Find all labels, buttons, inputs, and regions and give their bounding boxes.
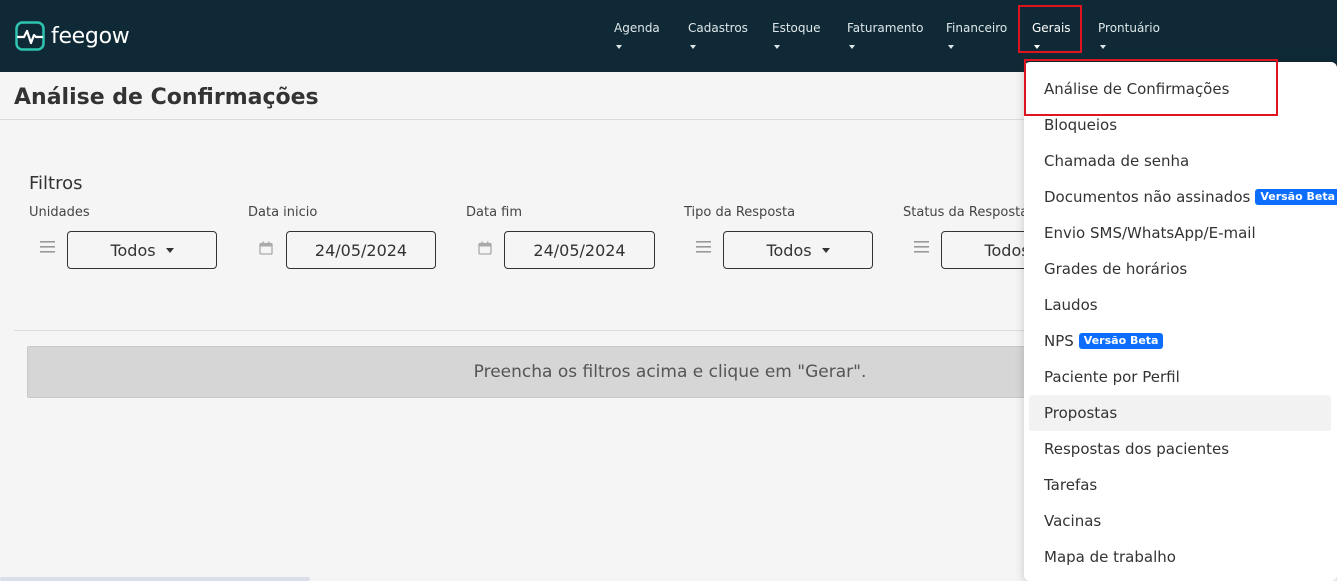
nav-label: Cadastros [688, 21, 748, 35]
filters-title: Filtros [29, 173, 83, 194]
caret-down-icon [821, 247, 830, 253]
nav-financeiro[interactable]: Financeiro [946, 21, 1007, 49]
nav-label: Agenda [614, 21, 660, 35]
menu-item-label: Paciente por Perfil [1044, 368, 1180, 386]
horizontal-scrollbar[interactable] [0, 577, 310, 581]
menu-item-respostas-pacientes[interactable]: Respostas dos pacientes [1024, 431, 1337, 467]
list-icon [40, 241, 55, 253]
caret-down-icon [774, 45, 780, 49]
data-inicio-value: 24/05/2024 [314, 240, 408, 260]
menu-item-chamada-senha[interactable]: Chamada de senha [1024, 143, 1337, 179]
menu-item-label: Chamada de senha [1044, 152, 1190, 170]
menu-item-label: Vacinas [1044, 512, 1102, 530]
nav-cadastros[interactable]: Cadastros [688, 21, 748, 49]
list-icon [696, 241, 711, 253]
menu-item-label: Tarefas [1044, 476, 1098, 494]
menu-item-nps[interactable]: NPS Versão Beta [1024, 323, 1337, 359]
nav-label: Prontuário [1098, 21, 1160, 35]
caret-down-icon [1100, 45, 1106, 49]
caret-down-icon [948, 45, 954, 49]
nav-agenda[interactable]: Agenda [614, 21, 660, 49]
menu-item-label: Envio SMS/WhatsApp/E-mail [1044, 224, 1256, 242]
calendar-icon [259, 241, 273, 255]
gerais-dropdown-menu: Análise de Confirmações Bloqueios Chamad… [1024, 62, 1337, 581]
unidades-label: Unidades [29, 205, 90, 220]
status-resposta-label: Status da Resposta [903, 205, 1029, 220]
menu-item-label: Propostas [1044, 404, 1118, 422]
beta-badge: Versão Beta [1078, 333, 1164, 349]
caret-down-icon [616, 45, 622, 49]
menu-item-grades-horarios[interactable]: Grades de horários [1024, 251, 1337, 287]
menu-item-label: Mapa de trabalho [1044, 548, 1176, 566]
menu-item-tarefas[interactable]: Tarefas [1024, 467, 1337, 503]
menu-item-propostas[interactable]: Propostas [1029, 395, 1331, 431]
menu-item-mapa-trabalho[interactable]: Mapa de trabalho [1024, 539, 1337, 575]
unidades-select[interactable]: Todos [67, 231, 217, 269]
heartbeat-logo-icon [15, 21, 45, 51]
menu-item-label: NPS [1044, 332, 1074, 350]
tipo-resposta-label: Tipo da Resposta [684, 205, 796, 220]
brand-name: feegow [51, 23, 130, 49]
menu-item-paciente-perfil[interactable]: Paciente por Perfil [1024, 359, 1337, 395]
caret-down-icon [690, 45, 696, 49]
beta-badge: Versão Beta [1255, 189, 1337, 205]
nav-label: Financeiro [946, 21, 1008, 35]
status-resposta-value: Todos [984, 240, 1030, 260]
calendar-icon [478, 241, 492, 255]
caret-down-icon [165, 247, 174, 253]
menu-item-documentos-nao-assinados[interactable]: Documentos não assinados Versão Beta [1024, 179, 1337, 215]
nav-estoque[interactable]: Estoque [772, 21, 821, 49]
menu-item-laudos[interactable]: Laudos [1024, 287, 1337, 323]
data-inicio-label: Data inicio [248, 205, 318, 220]
nav-faturamento[interactable]: Faturamento [847, 21, 923, 49]
menu-item-label: Bloqueios [1044, 116, 1118, 134]
menu-item-vacinas[interactable]: Vacinas [1024, 503, 1337, 539]
menu-item-label: Laudos [1044, 296, 1098, 314]
nav-gerais-highlight-box [1018, 5, 1082, 53]
feegow-logo[interactable]: feegow [15, 21, 130, 51]
page-title: Análise de Confirmações [14, 85, 319, 110]
data-fim-input[interactable]: 24/05/2024 [504, 231, 655, 269]
unidades-value: Todos [110, 240, 156, 260]
section-divider [14, 330, 1024, 331]
tipo-resposta-select[interactable]: Todos [723, 231, 873, 269]
menu-item-label: Grades de horários [1044, 260, 1188, 278]
menu-item-envio-sms[interactable]: Envio SMS/WhatsApp/E-mail [1024, 215, 1337, 251]
nav-label: Faturamento [847, 21, 924, 35]
tipo-resposta-value: Todos [766, 240, 812, 260]
nav-label: Estoque [772, 21, 821, 35]
menu-item-label: Respostas dos pacientes [1044, 440, 1230, 458]
data-fim-label: Data fim [466, 205, 523, 220]
caret-down-icon [849, 45, 855, 49]
nav-prontuario[interactable]: Prontuário [1098, 21, 1160, 49]
analise-confirmacoes-highlight-box [1024, 59, 1278, 116]
data-fim-value: 24/05/2024 [533, 240, 626, 260]
data-inicio-input[interactable]: 24/05/2024 [286, 231, 436, 269]
menu-item-label: Documentos não assinados [1044, 188, 1251, 206]
list-icon [914, 241, 929, 253]
